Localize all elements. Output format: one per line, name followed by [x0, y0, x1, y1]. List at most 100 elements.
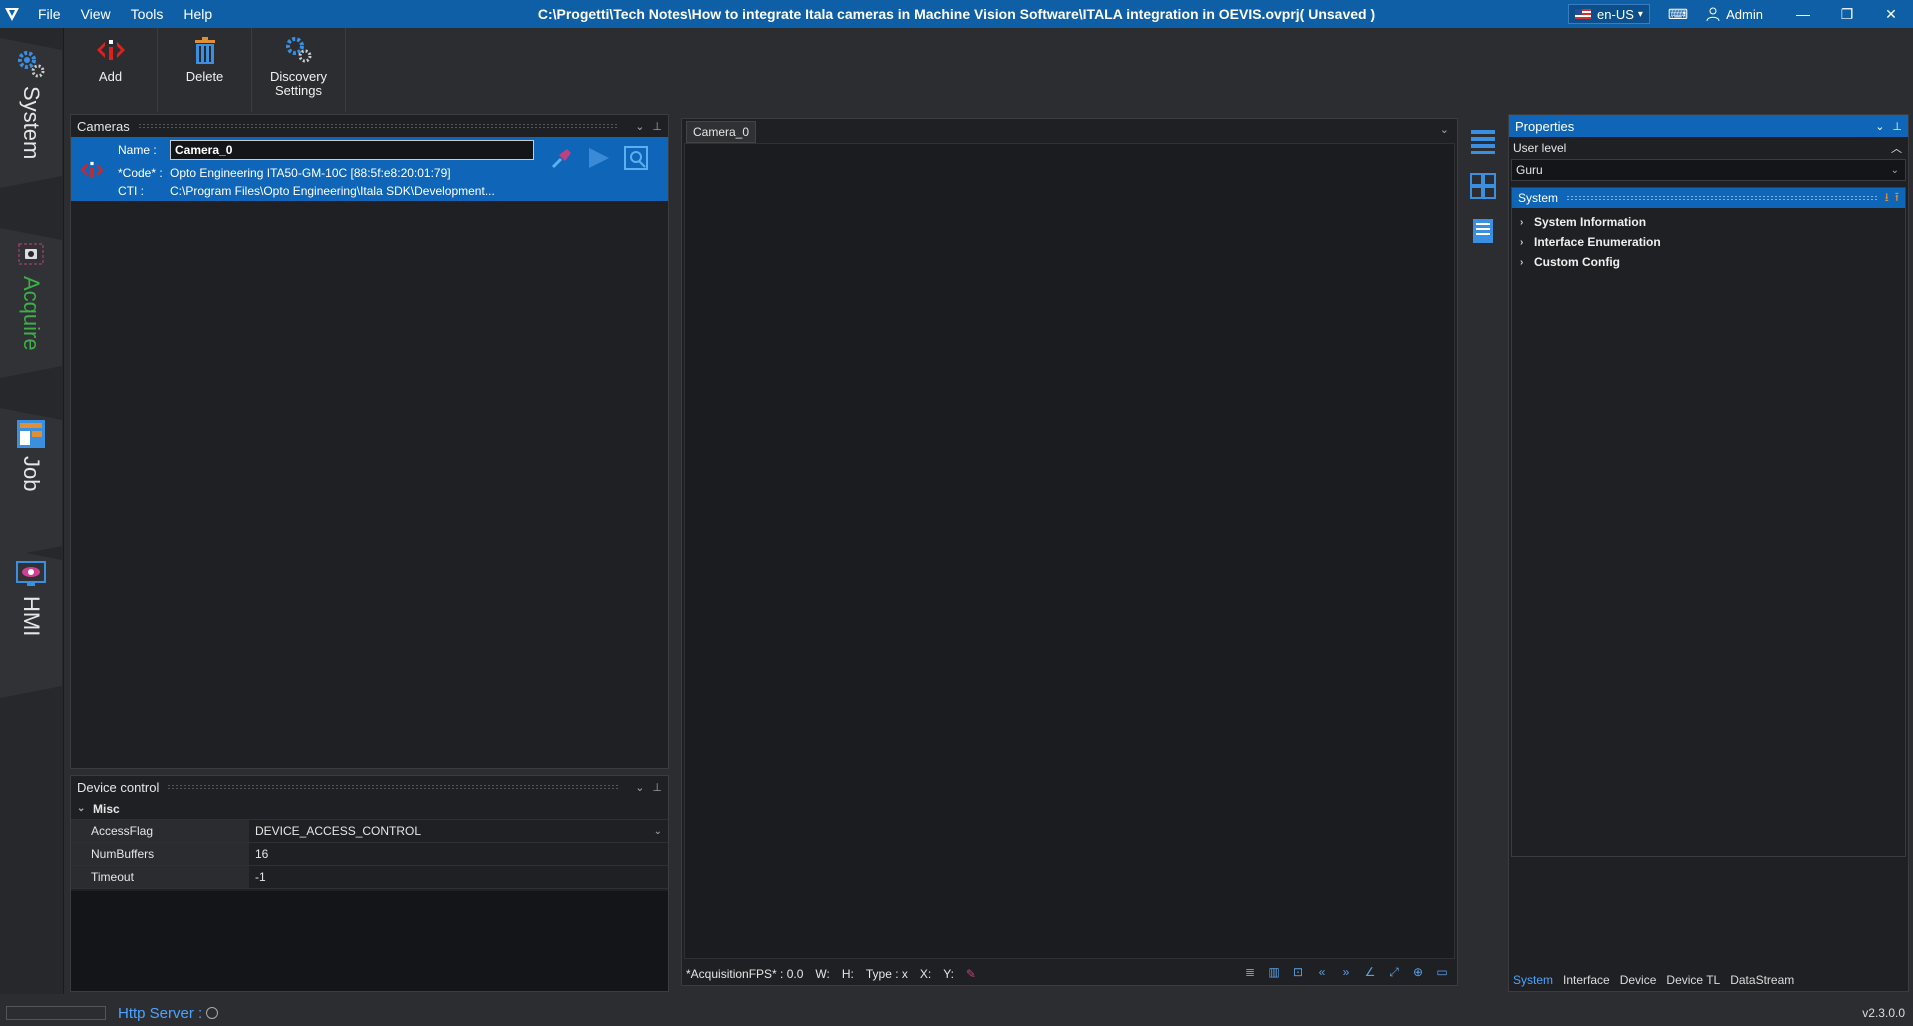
discovery-settings-button[interactable]: Discovery Settings — [252, 28, 346, 112]
double-right-icon[interactable]: » — [1337, 965, 1355, 981]
tree-item-label: System Information — [1534, 215, 1647, 229]
pin-icon[interactable]: ⊥ — [1892, 120, 1902, 133]
chevron-down-icon: ⌄ — [653, 825, 662, 837]
tab-device-tl[interactable]: Device TL — [1666, 973, 1720, 987]
double-left-icon[interactable]: « — [1313, 965, 1331, 981]
side-toolbar — [1466, 120, 1500, 255]
histogram-icon[interactable]: ▥ — [1265, 965, 1283, 981]
pin-icon[interactable]: ⊥ — [652, 781, 662, 794]
width-readout: W: — [815, 967, 830, 981]
expand-arrow-icon: › — [1520, 216, 1524, 228]
grid-view-icon[interactable] — [1469, 171, 1497, 201]
properties-panel: Properties ⌄ ⊥ User level ︿ Guru ⌄ Syste… — [1508, 114, 1909, 992]
name-label: Name : — [118, 143, 157, 157]
camera-name-input[interactable] — [170, 140, 534, 160]
tab-camera-0[interactable]: Camera_0 — [686, 121, 757, 143]
user-level-select[interactable]: Guru ⌄ — [1511, 159, 1906, 181]
camera-icon — [15, 238, 47, 270]
tree-item-custom-config[interactable]: › Custom Config — [1512, 252, 1905, 272]
version-label: v2.3.0.0 — [1862, 1006, 1905, 1020]
pin-icon[interactable]: ⊥ — [652, 120, 662, 133]
delete-button[interactable]: Delete — [158, 28, 252, 112]
menu-view[interactable]: View — [71, 6, 121, 22]
property-row-numbuffers[interactable]: NumBuffers 16 — [71, 843, 668, 866]
language-select[interactable]: en-US ▾ — [1568, 4, 1650, 24]
keyboard-icon[interactable]: ⌨ — [1668, 6, 1688, 23]
camera-list-item[interactable]: Name : *Code* : Opto Engineering ITA50-G… — [71, 137, 668, 201]
property-key: AccessFlag — [71, 820, 249, 842]
progress-bar — [6, 1006, 106, 1020]
device-control-header: Device control ⌄ ⊥ — [71, 776, 668, 798]
delete-label: Delete — [185, 69, 224, 84]
nav-job[interactable]: Job — [0, 408, 62, 558]
timeout-input[interactable]: -1 — [249, 866, 668, 888]
height-readout: H: — [841, 967, 854, 981]
settings-gears-icon — [285, 37, 311, 63]
tab-device[interactable]: Device — [1620, 973, 1657, 987]
image-canvas[interactable] — [684, 143, 1455, 959]
misc-group[interactable]: ⌄ Misc — [71, 798, 668, 820]
cameras-panel: Cameras ⌄ ⊥ Name : *Code* : Opto Enginee… — [70, 114, 669, 769]
cameras-title: Cameras — [77, 118, 130, 134]
cameras-panel-header: Cameras ⌄ ⊥ — [71, 115, 668, 137]
panel-dropdown-icon[interactable]: ⌄ — [635, 120, 644, 133]
property-row-timeout[interactable]: Timeout -1 — [71, 866, 668, 889]
server-status-icon — [206, 1007, 219, 1019]
eye-monitor-icon — [15, 558, 47, 590]
trash-icon — [194, 37, 215, 64]
user-menu[interactable]: Admin — [1706, 7, 1763, 22]
tab-system[interactable]: System — [1513, 973, 1553, 987]
us-flag-icon — [1575, 9, 1592, 19]
tree-item-interface-enumeration[interactable]: › Interface Enumeration — [1512, 232, 1905, 252]
properties-tabs: System Interface Device Device TL DataSt… — [1509, 969, 1908, 991]
save-document-icon[interactable] — [1469, 216, 1497, 246]
eyedropper-icon[interactable]: ✎ — [966, 967, 976, 981]
fit-icon[interactable]: ⊡ — [1289, 965, 1307, 981]
tree-item-system-information[interactable]: › System Information — [1512, 212, 1905, 232]
property-key: NumBuffers — [71, 843, 249, 865]
target-icon[interactable]: ⊕ — [1409, 965, 1427, 981]
nav-hmi[interactable]: HMI — [0, 548, 62, 698]
property-description-area — [71, 891, 668, 991]
numbuffers-input[interactable]: 16 — [249, 843, 668, 865]
layers-icon[interactable]: ≣ — [1241, 965, 1259, 981]
nav-system[interactable]: System — [0, 38, 62, 188]
property-row-accessflag[interactable]: AccessFlag DEVICE_ACCESS_CONTROL ⌄ — [71, 820, 668, 843]
play-icon[interactable] — [585, 145, 611, 171]
add-label: Add — [98, 69, 123, 84]
user-level-row: User level ︿ — [1509, 137, 1908, 159]
restore-button[interactable]: ❐ — [1825, 6, 1869, 23]
connect-plug-icon[interactable] — [549, 145, 575, 171]
type-readout: Type : x — [865, 967, 908, 981]
property-value: -1 — [255, 870, 266, 884]
tab-interface[interactable]: Interface — [1563, 973, 1610, 987]
cti-label: CTI : — [118, 184, 144, 198]
menu-file[interactable]: File — [28, 6, 71, 22]
x-readout: X: — [919, 967, 932, 981]
fps-readout: *AcquisitionFPS* : 0.0 — [686, 967, 804, 981]
chevron-up-icon[interactable]: ︿ — [1891, 140, 1902, 156]
nav-job-label: Job — [19, 456, 44, 492]
search-camera-icon[interactable] — [623, 145, 649, 171]
system-section-label: System — [1518, 191, 1559, 205]
download-icon[interactable]: ⭳ — [1885, 188, 1889, 209]
menu-help[interactable]: Help — [173, 6, 222, 22]
image-viewer: Camera_0 ⌄ *AcquisitionFPS* : 0.0 W: H: … — [681, 118, 1458, 986]
menu-tools[interactable]: Tools — [121, 6, 174, 22]
expand-icon[interactable]: ⤢ — [1385, 965, 1403, 981]
screen-icon[interactable]: ▭ — [1433, 965, 1451, 981]
panel-dropdown-icon[interactable]: ⌄ — [1875, 120, 1884, 133]
accessflag-select[interactable]: DEVICE_ACCESS_CONTROL ⌄ — [249, 820, 668, 842]
viewer-dropdown-icon[interactable]: ⌄ — [1440, 123, 1449, 136]
panel-dropdown-icon[interactable]: ⌄ — [635, 781, 644, 794]
minimize-button[interactable]: — — [1781, 6, 1825, 22]
chevron-down-icon: ▾ — [1637, 8, 1643, 20]
angle-icon[interactable]: ∠ — [1361, 965, 1379, 981]
close-button[interactable]: ✕ — [1869, 6, 1913, 23]
nav-acquire[interactable]: Acquire — [0, 228, 62, 378]
upload-icon[interactable]: ⭱ — [1895, 188, 1899, 209]
list-view-icon[interactable] — [1469, 126, 1497, 156]
add-button[interactable]: Add — [64, 28, 158, 112]
properties-title: Properties — [1515, 118, 1575, 134]
tab-datastream[interactable]: DataStream — [1730, 973, 1794, 987]
